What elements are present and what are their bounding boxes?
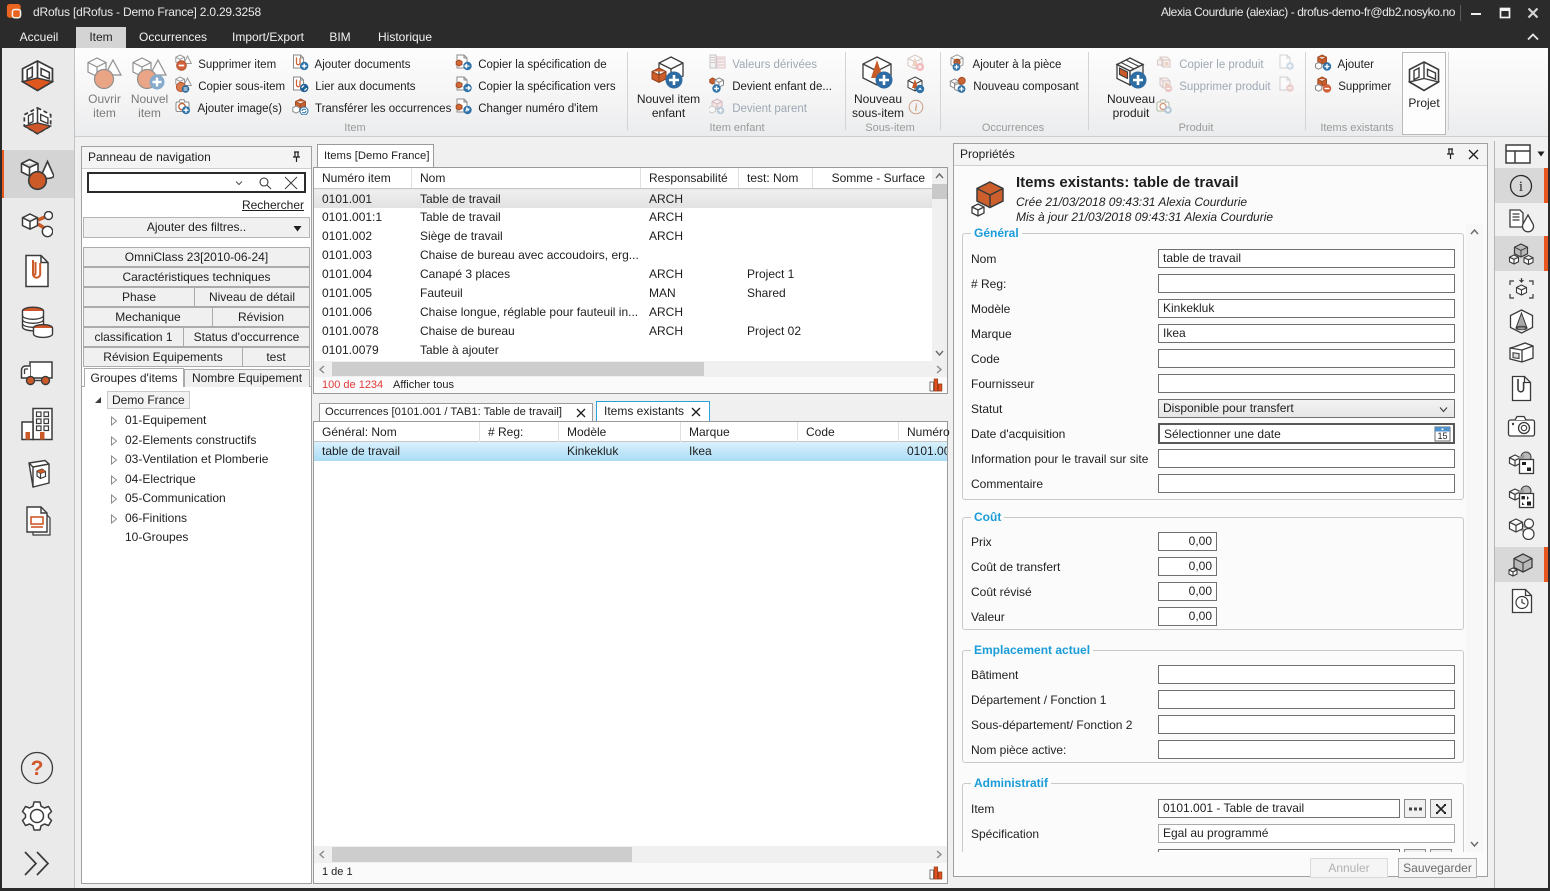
svg-text:?: ? [31,757,44,780]
svg-text:i: i [915,103,918,114]
svg-text:i: i [1519,179,1523,195]
svg-text:15: 15 [1437,431,1447,441]
